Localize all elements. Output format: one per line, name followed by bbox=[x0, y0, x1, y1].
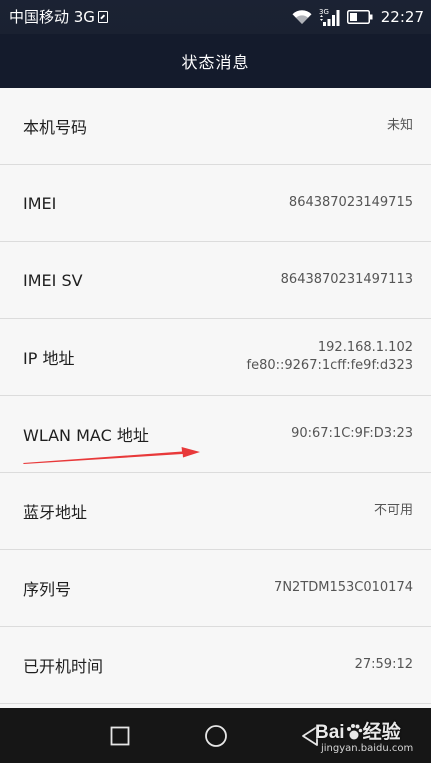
ipv6-value: fe80::9267:1cff:fe9f:d323 bbox=[246, 358, 414, 373]
carrier-label: 中国移动 3G bbox=[9, 8, 108, 26]
row-value: 不可用 bbox=[373, 503, 413, 518]
clock: 22:27 bbox=[380, 8, 424, 26]
row-label: 已开机时间 bbox=[23, 657, 104, 676]
row-bluetooth-address[interactable]: 蓝牙地址 不可用 bbox=[0, 473, 431, 550]
row-value: 90:67:1C:9F:D3:23 bbox=[291, 426, 413, 441]
row-imei-sv[interactable]: IMEI SV 8643870231497113 bbox=[0, 242, 431, 319]
row-uptime[interactable]: 已开机时间 27:59:12 bbox=[0, 627, 431, 704]
row-serial-number[interactable]: 序列号 7N2TDM153C010174 bbox=[0, 550, 431, 627]
recent-apps-button[interactable] bbox=[90, 708, 150, 763]
home-button[interactable] bbox=[186, 708, 246, 763]
recent-apps-icon bbox=[110, 726, 130, 745]
status-info-screen: 中国移动 3G 3G 22:27 状态消息 本机号码 未知 IMEI 86438… bbox=[0, 0, 431, 763]
row-label: 本机号码 bbox=[23, 118, 88, 137]
battery-icon bbox=[346, 10, 373, 24]
row-imei[interactable]: IMEI 864387023149715 bbox=[0, 165, 431, 242]
row-phone-number[interactable]: 本机号码 未知 bbox=[0, 88, 431, 165]
wifi-icon bbox=[291, 9, 313, 25]
row-value: 未知 bbox=[386, 118, 413, 133]
row-wlan-mac[interactable]: WLAN MAC 地址 90:67:1C:9F:D3:23 bbox=[0, 396, 431, 473]
row-value: 864387023149715 bbox=[288, 195, 413, 210]
row-label: 蓝牙地址 bbox=[23, 503, 88, 522]
navigation-bar: Bai 经验 jingyan.baidu.com bbox=[0, 708, 431, 763]
title-bar: 状态消息 bbox=[0, 34, 431, 88]
row-label: IMEI SV bbox=[23, 270, 83, 290]
row-value: 27:59:12 bbox=[354, 657, 413, 672]
row-label: IMEI bbox=[23, 193, 57, 213]
row-value: 7N2TDM153C010174 bbox=[274, 580, 413, 595]
ipv4-value: 192.168.1.102 bbox=[317, 340, 413, 355]
network-badge: 3G bbox=[319, 8, 329, 16]
paw-logo-icon bbox=[346, 724, 362, 740]
sim-icon bbox=[97, 11, 108, 23]
watermark-brand: Bai 经验 bbox=[315, 722, 401, 743]
home-icon bbox=[205, 724, 227, 747]
watermark-url: jingyan.baidu.com bbox=[321, 743, 414, 754]
row-label: 序列号 bbox=[23, 580, 72, 599]
signal-icon: 3G bbox=[319, 7, 341, 27]
row-value: 8643870231497113 bbox=[280, 272, 413, 287]
row-label: WLAN MAC 地址 bbox=[23, 426, 149, 445]
status-icons: 3G 22:27 bbox=[291, 6, 424, 28]
status-list[interactable]: 本机号码 未知 IMEI 864387023149715 IMEI SV 864… bbox=[0, 88, 431, 708]
status-bar: 中国移动 3G 3G 22:27 bbox=[0, 0, 431, 34]
page-title: 状态消息 bbox=[181, 53, 250, 72]
row-ip-address[interactable]: IP 地址 192.168.1.102 fe80::9267:1cff:fe9f… bbox=[0, 319, 431, 396]
baidu-jingyan-watermark: Bai 经验 jingyan.baidu.com bbox=[315, 715, 427, 761]
row-value: 192.168.1.102 fe80::9267:1cff:fe9f:d323 bbox=[247, 339, 414, 375]
row-label: IP 地址 bbox=[23, 349, 75, 368]
carrier-text: 中国移动 3G bbox=[9, 8, 95, 26]
